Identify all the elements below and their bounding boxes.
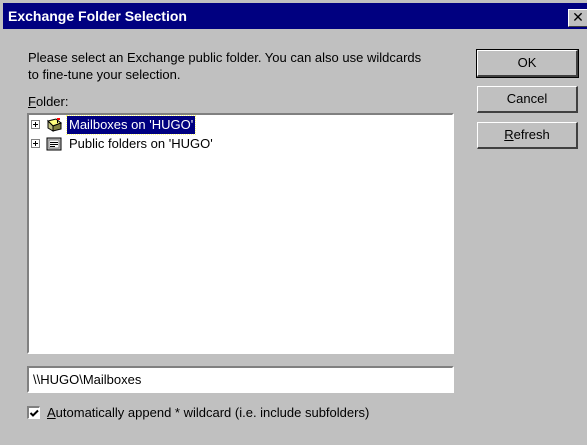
folder-tree[interactable]: Mailboxes on 'HUGO' Public folders on 'H… <box>27 113 454 354</box>
close-icon: ✕ <box>572 9 584 25</box>
public-folder-icon <box>45 136 63 152</box>
refresh-button[interactable]: Refresh <box>477 122 578 149</box>
folder-label: Folder: <box>28 94 68 109</box>
title-bar[interactable]: Exchange Folder Selection <box>3 3 587 29</box>
mailbox-icon <box>45 117 63 133</box>
folder-path-input[interactable] <box>27 366 454 393</box>
checkbox-label-text: utomatically append * wildcard (i.e. inc… <box>55 405 370 420</box>
tree-item-label[interactable]: Mailboxes on 'HUGO' <box>65 115 197 135</box>
checkbox-label-mnemonic: A <box>47 405 56 420</box>
refresh-mnemonic: R <box>504 127 514 142</box>
expand-icon[interactable] <box>31 120 40 129</box>
window-title: Exchange Folder Selection <box>8 8 187 24</box>
folder-label-mnemonic: F <box>28 94 36 109</box>
refresh-label: efresh <box>513 127 550 142</box>
instruction-text: Please select an Exchange public folder.… <box>28 50 422 82</box>
expand-icon[interactable] <box>31 139 40 148</box>
exchange-folder-selection-dialog: Exchange Folder Selection ✕ Please selec… <box>0 0 587 445</box>
cancel-button[interactable]: Cancel <box>477 86 578 113</box>
folder-label-text: older: <box>35 94 69 109</box>
ok-button[interactable]: OK <box>476 49 579 78</box>
checkmark-icon <box>29 409 39 417</box>
append-wildcard-label: Automatically append * wildcard (i.e. in… <box>47 404 369 422</box>
close-button[interactable]: ✕ <box>568 9 587 27</box>
append-wildcard-checkbox[interactable] <box>27 406 40 419</box>
tree-item-label[interactable]: Public folders on 'HUGO' <box>67 135 215 153</box>
